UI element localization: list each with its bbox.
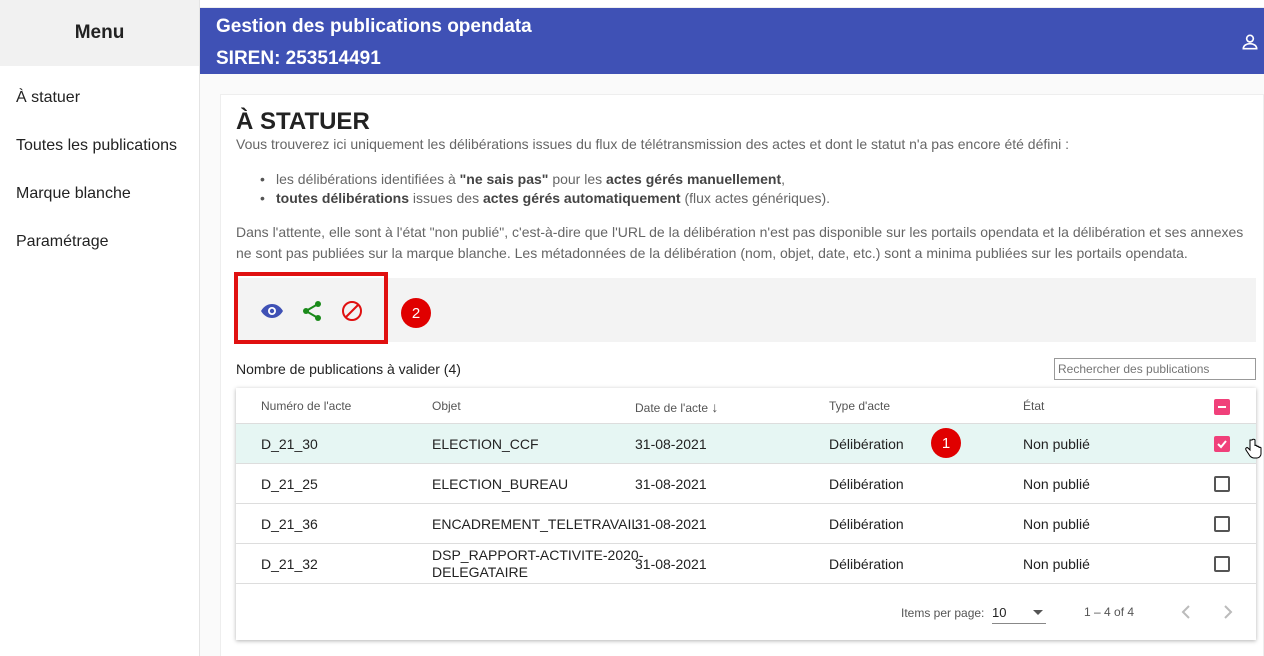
eye-icon[interactable] bbox=[259, 298, 285, 324]
cell-etat: Non publié bbox=[1023, 516, 1090, 532]
next-page-icon[interactable] bbox=[1219, 604, 1235, 620]
explanation-paragraph: Dans l'attente, elle sont à l'état "non … bbox=[236, 224, 1244, 261]
annotation-badge-1: 1 bbox=[931, 428, 961, 458]
chevron-down-icon bbox=[1033, 610, 1043, 615]
siren-label: SIREN: 253514491 bbox=[216, 48, 381, 69]
table-row[interactable]: D_21_36 ENCADREMENT_TELETRAVAIL 31-08-20… bbox=[236, 504, 1256, 544]
user-icon[interactable] bbox=[1240, 32, 1260, 52]
table-header: Numéro de l'acte Objet Date de l'acte ↓ … bbox=[236, 388, 1256, 424]
row-checkbox[interactable] bbox=[1214, 516, 1230, 532]
top-strip bbox=[200, 0, 1264, 8]
count-label: Nombre de publications à valider (4) bbox=[236, 361, 461, 377]
menu-title: Menu bbox=[0, 0, 199, 66]
sidebar-item-parametrage[interactable]: Paramétrage bbox=[0, 218, 199, 266]
sidebar-item-toutes-publications[interactable]: Toutes les publications bbox=[0, 122, 199, 170]
cell-numero: D_21_36 bbox=[261, 516, 318, 532]
cell-etat: Non publié bbox=[1023, 476, 1090, 492]
cell-etat: Non publié bbox=[1023, 556, 1090, 572]
app-title: Gestion des publications opendata bbox=[216, 16, 532, 37]
cell-date: 31-08-2021 bbox=[635, 556, 707, 572]
sidebar: Menu À statuer Toutes les publications M… bbox=[0, 0, 200, 656]
col-type[interactable]: Type d'acte bbox=[829, 399, 890, 413]
hand-cursor-icon bbox=[1245, 438, 1262, 459]
items-per-page-select[interactable]: 10 bbox=[992, 602, 1046, 624]
cell-type: Délibération bbox=[829, 476, 904, 492]
cell-date: 31-08-2021 bbox=[635, 436, 707, 452]
sidebar-item-marque-blanche[interactable]: Marque blanche bbox=[0, 170, 199, 218]
col-objet[interactable]: Objet bbox=[432, 399, 461, 413]
cell-numero: D_21_32 bbox=[261, 556, 318, 572]
cell-objet: ENCADREMENT_TELETRAVAIL bbox=[432, 516, 640, 532]
col-date[interactable]: Date de l'acte ↓ bbox=[635, 399, 718, 415]
table-row[interactable]: D_21_30 ELECTION_CCF 31-08-2021 Délibéra… bbox=[236, 424, 1262, 464]
items-per-page-label: Items per page: bbox=[901, 606, 985, 620]
cell-objet: ELECTION_BUREAU bbox=[432, 476, 569, 492]
share-icon[interactable] bbox=[299, 298, 325, 324]
cell-type: Délibération bbox=[829, 436, 904, 452]
sidebar-item-a-statuer[interactable]: À statuer bbox=[0, 74, 199, 122]
cell-etat: Non publié bbox=[1023, 436, 1090, 452]
block-icon[interactable] bbox=[339, 298, 365, 324]
paginator: Items per page: 10 1 – 4 of 4 bbox=[236, 584, 1256, 640]
cell-date: 31-08-2021 bbox=[635, 476, 707, 492]
cell-objet: ELECTION_CCF bbox=[432, 436, 539, 452]
bullet-item: les délibérations identifiées à "ne sais… bbox=[260, 170, 830, 189]
prev-page-icon[interactable] bbox=[1179, 604, 1195, 620]
cell-numero: D_21_25 bbox=[261, 476, 318, 492]
range-label: 1 – 4 of 4 bbox=[1084, 605, 1135, 619]
bullet-item: toutes délibérations issues des actes gé… bbox=[260, 189, 830, 208]
action-toolbar bbox=[236, 278, 1256, 342]
menu-list: À statuer Toutes les publications Marque… bbox=[0, 66, 199, 266]
cell-objet: DSP_RAPPORT-ACTIVITE-2020- DELEGATAIRE bbox=[432, 547, 644, 580]
cell-numero: D_21_30 bbox=[261, 436, 318, 452]
page-title: À STATUER bbox=[236, 108, 370, 135]
cell-type: Délibération bbox=[829, 516, 904, 532]
sort-arrow-icon: ↓ bbox=[711, 399, 719, 415]
annotation-badge-2: 2 bbox=[401, 298, 431, 328]
publications-table: Numéro de l'acte Objet Date de l'acte ↓ … bbox=[236, 388, 1262, 640]
table-row[interactable]: D_21_32 DSP_RAPPORT-ACTIVITE-2020- DELEGA… bbox=[236, 544, 1256, 584]
row-checkbox[interactable] bbox=[1214, 436, 1230, 452]
table-row[interactable]: D_21_25 ELECTION_BUREAU 31-08-2021 Délib… bbox=[236, 464, 1256, 504]
select-all-checkbox[interactable] bbox=[1214, 399, 1230, 415]
row-checkbox[interactable] bbox=[1214, 556, 1230, 572]
row-checkbox[interactable] bbox=[1214, 476, 1230, 492]
app-header: Gestion des publications opendata SIREN:… bbox=[200, 8, 1264, 74]
intro-text: Vous trouverez ici uniquement les délibé… bbox=[236, 136, 1070, 152]
col-numero[interactable]: Numéro de l'acte bbox=[261, 399, 351, 413]
cell-date: 31-08-2021 bbox=[635, 516, 707, 532]
col-date-label: Date de l'acte bbox=[635, 401, 709, 415]
bullet-list: les délibérations identifiées à "ne sais… bbox=[260, 170, 830, 208]
cell-type: Délibération bbox=[829, 556, 904, 572]
col-etat[interactable]: État bbox=[1023, 399, 1044, 413]
items-per-page-value: 10 bbox=[992, 605, 1007, 620]
search-input[interactable] bbox=[1054, 358, 1256, 380]
